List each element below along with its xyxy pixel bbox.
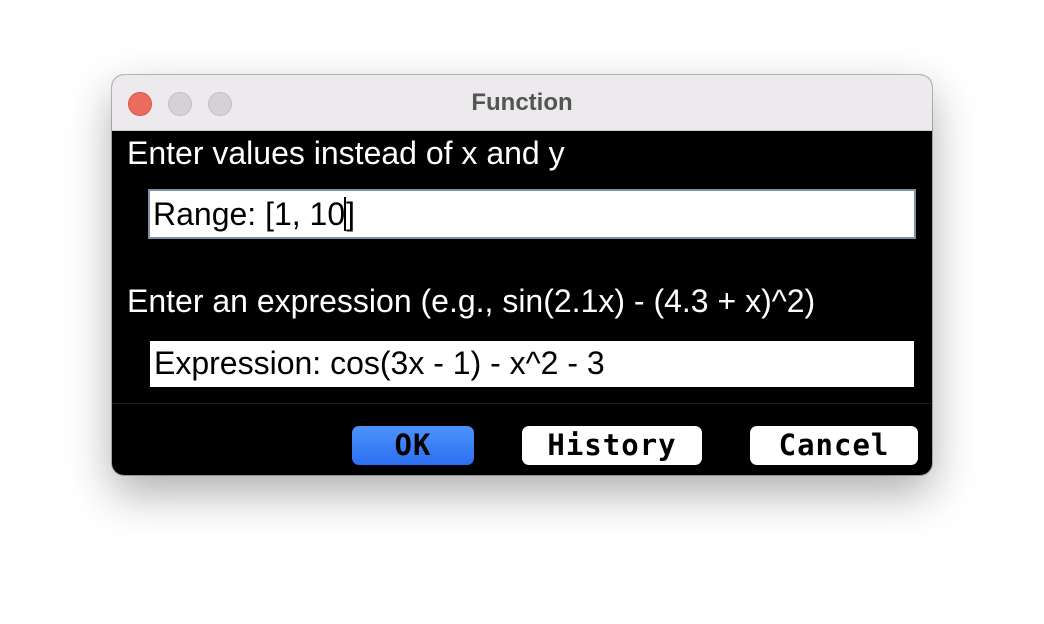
expression-input[interactable]: Expression: cos(3x - 1) - x^2 - 3: [150, 341, 914, 387]
range-input[interactable]: Range: [1, 10]: [148, 189, 916, 239]
title-bar[interactable]: Function: [112, 75, 932, 131]
range-input-text-after-caret: ]: [346, 196, 356, 232]
function-dialog: Function Enter values instead of x and y…: [112, 75, 932, 475]
range-prompt-label: Enter values instead of x and y: [127, 135, 565, 171]
button-row-divider: [112, 403, 932, 404]
range-input-text-before-caret: Range: [1, 10: [153, 196, 346, 232]
expression-input-text: Expression: cos(3x - 1) - x^2 - 3: [154, 345, 605, 381]
cancel-button[interactable]: Cancel: [750, 426, 918, 465]
window-title: Function: [471, 89, 573, 116]
history-button[interactable]: History: [522, 426, 702, 465]
expression-prompt-label: Enter an expression (e.g., sin(2.1x) - (…: [127, 283, 816, 319]
ok-button[interactable]: OK: [352, 426, 474, 465]
